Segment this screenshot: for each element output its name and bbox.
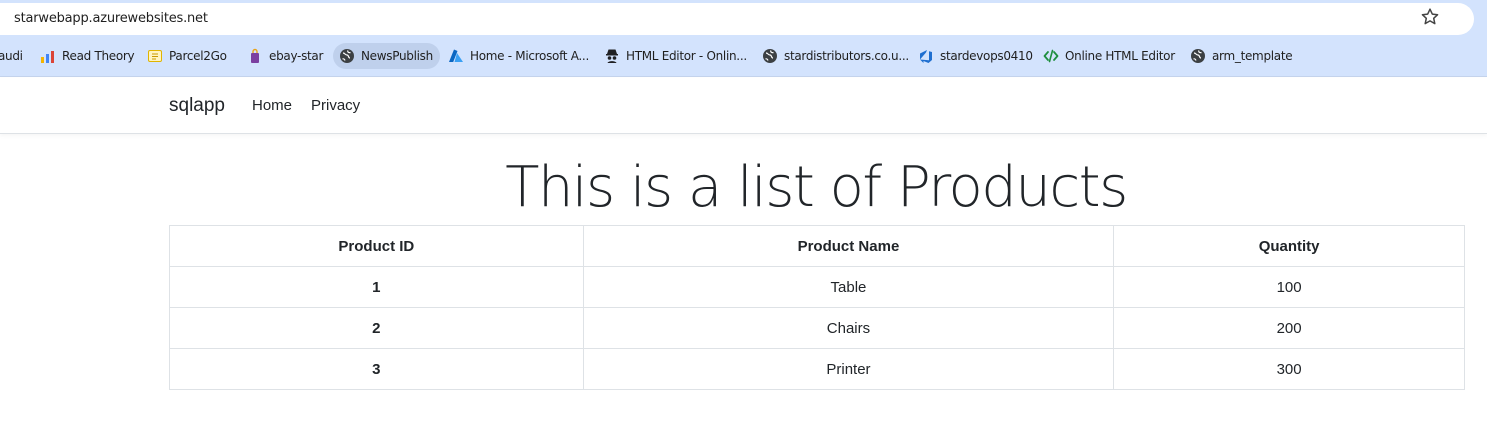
bookmark-label: stardistributors.co.u... <box>784 49 909 63</box>
cell-quantity: 200 <box>1113 307 1465 349</box>
cell-product-name: Chairs <box>582 307 1115 349</box>
products-table: Product ID Product Name Quantity 1 Table… <box>169 225 1465 390</box>
globe-icon <box>762 48 778 64</box>
cell-product-id: 1 <box>169 266 584 308</box>
bookmark-stardevops[interactable]: stardevops0410 <box>918 43 1033 69</box>
cell-quantity: 300 <box>1113 348 1465 390</box>
azure-icon <box>448 48 464 64</box>
header-product-name: Product Name <box>582 225 1115 267</box>
bookmark-label: Parcel2Go <box>169 49 227 63</box>
parcel-icon <box>147 48 163 64</box>
bag-icon <box>247 48 263 64</box>
cell-product-id: 3 <box>169 348 584 390</box>
bookmark-parcel2go[interactable]: Parcel2Go <box>147 43 227 69</box>
header-quantity: Quantity <box>1113 225 1465 267</box>
bookmark-ebay-star[interactable]: ebay-star <box>247 43 323 69</box>
devops-icon <box>918 48 934 64</box>
address-bar[interactable]: starwebapp.azurewebsites.net <box>0 3 1474 35</box>
chart-icon <box>40 48 56 64</box>
globe-icon <box>1190 48 1206 64</box>
header-product-id: Product ID <box>169 225 584 267</box>
code-icon <box>1043 48 1059 64</box>
cell-product-name: Printer <box>582 348 1115 390</box>
table-row: 3 Printer 300 <box>169 348 1465 390</box>
nav-home-link[interactable]: Home <box>252 97 292 114</box>
bookmark-label: ebay-star <box>269 49 324 63</box>
globe-icon <box>339 48 355 64</box>
table-row: 1 Table 100 <box>169 266 1465 308</box>
bookmark-stardistributors[interactable]: stardistributors.co.u... <box>762 43 909 69</box>
bookmark-html-editor[interactable]: HTML Editor - Onlin... <box>604 43 747 69</box>
bookmark-online-html-editor[interactable]: Online HTML Editor <box>1043 43 1175 69</box>
page-title: This is a list of Products <box>505 155 1128 220</box>
app-navbar: sqlapp Home Privacy <box>0 78 1487 134</box>
cell-product-name: Table <box>582 266 1115 308</box>
bookmark-label: arm_template <box>1212 49 1293 63</box>
browser-chrome: starwebapp.azurewebsites.net audi Read T… <box>0 0 1487 77</box>
bookmark-arm-template[interactable]: arm_template <box>1190 43 1293 69</box>
bookmark-label: Home - Microsoft A... <box>470 49 589 63</box>
bookmark-home-microsoft[interactable]: Home - Microsoft A... <box>448 43 589 69</box>
bookmark-label: Online HTML Editor <box>1065 49 1175 63</box>
brand-link[interactable]: sqlapp <box>169 95 225 117</box>
bookmark-star-icon[interactable] <box>1420 7 1440 27</box>
bookmark-audi[interactable]: audi <box>0 43 23 69</box>
cell-quantity: 100 <box>1113 266 1465 308</box>
table-row: 2 Chairs 200 <box>169 307 1465 349</box>
table-header-row: Product ID Product Name Quantity <box>169 225 1465 267</box>
address-bar-url[interactable]: starwebapp.azurewebsites.net <box>14 11 208 26</box>
bookmark-newspublish[interactable]: NewsPublish <box>333 43 440 69</box>
nav-privacy-link[interactable]: Privacy <box>311 97 360 114</box>
bookmark-label: Read Theory <box>62 49 135 63</box>
cell-product-id: 2 <box>169 307 584 349</box>
bookmark-label: NewsPublish <box>361 49 433 63</box>
bookmark-read-theory[interactable]: Read Theory <box>40 43 135 69</box>
bookmark-label: stardevops0410 <box>940 49 1033 63</box>
bookmark-label: HTML Editor - Onlin... <box>626 49 747 63</box>
spy-icon <box>604 48 620 64</box>
bookmark-label: audi <box>0 49 23 63</box>
bookmarks-bar: audi Read Theory Parcel2Go ebay-star New… <box>0 43 1487 69</box>
